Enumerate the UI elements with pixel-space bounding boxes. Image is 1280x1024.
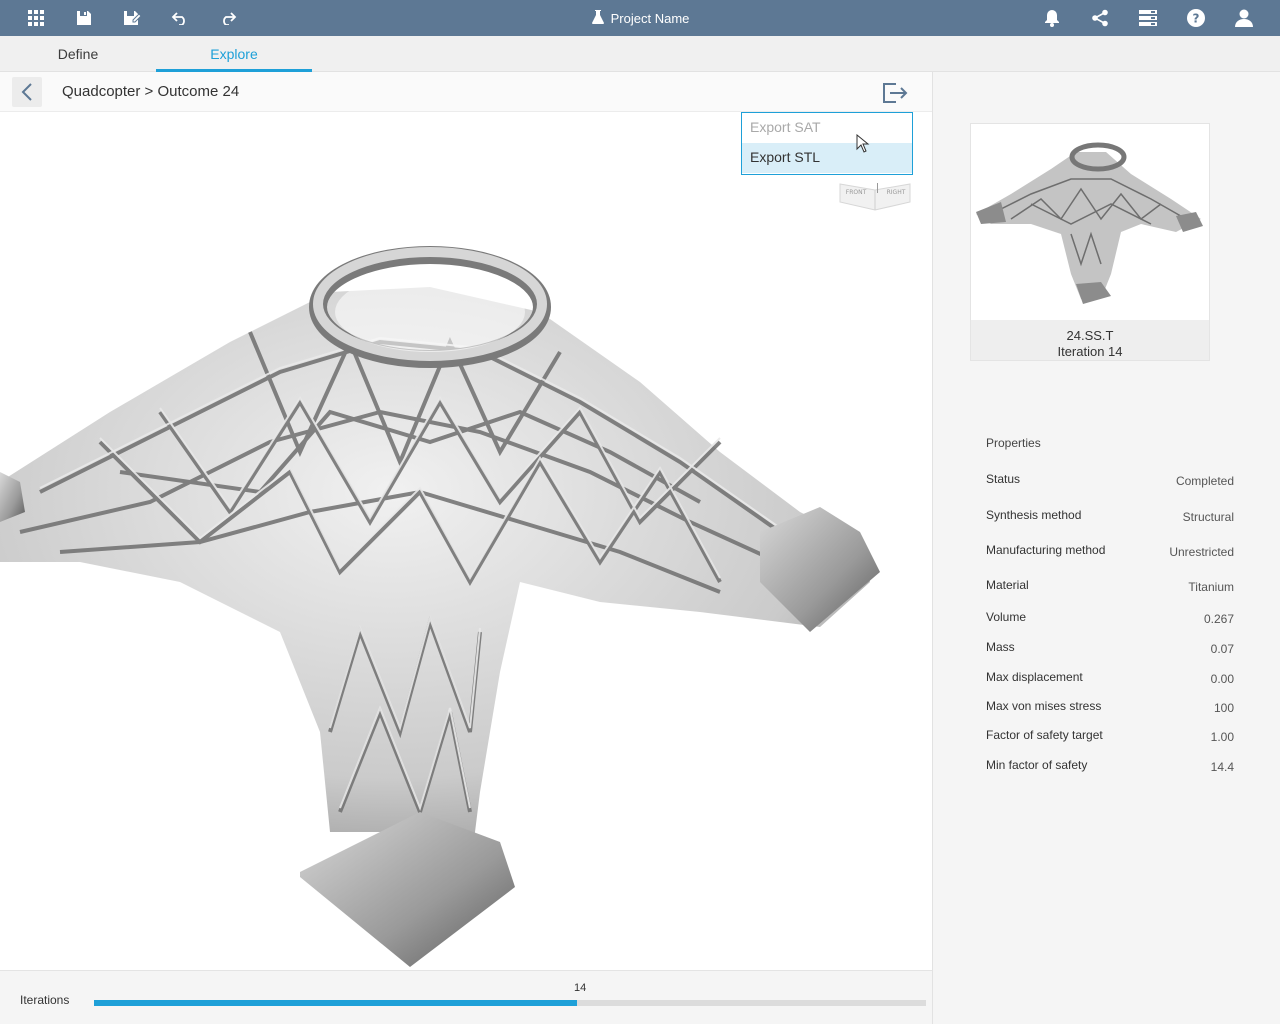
mouse-cursor-icon [856, 134, 870, 153]
property-row-factor-of-safety-target: Factor of safety target 1.00 [986, 728, 1234, 748]
redo-icon[interactable] [216, 6, 240, 30]
outcome-name: 24.SS.T [1066, 328, 1114, 343]
chevron-left-icon [21, 83, 32, 101]
outcome-thumbnail-image [971, 124, 1209, 320]
user-profile-icon[interactable] [1232, 6, 1256, 30]
property-row-status: Status Completed [986, 472, 1234, 492]
export-dropdown-menu: Export SAT Export STL [741, 112, 913, 175]
property-row-manufacturing-method: Manufacturing method Unrestricted [986, 543, 1234, 563]
property-value: 0.00 [1210, 672, 1234, 686]
property-row-max-von-mises-stress: Max von mises stress 100 [986, 699, 1234, 719]
property-key: Max von mises stress [986, 699, 1102, 713]
property-value: 1.00 [1210, 730, 1234, 744]
iterations-slider-fill [94, 1000, 577, 1006]
export-stl-option[interactable]: Export STL [742, 143, 912, 173]
apps-grid-icon[interactable] [24, 6, 48, 30]
undo-icon[interactable] [168, 6, 192, 30]
property-value: Completed [1175, 474, 1234, 488]
property-value: Unrestricted [1169, 545, 1234, 559]
outcome-details-panel: 24.SS.T Iteration 14 Properties Status Co… [932, 72, 1280, 1024]
tab-explore[interactable]: Explore [156, 36, 312, 72]
viewcube-right-label: RIGHT [887, 189, 906, 196]
iterations-bar: Iterations 14 [0, 970, 932, 1024]
quadcopter-frame-model[interactable] [0, 112, 932, 970]
breadcrumb-bar: Quadcopter > Outcome 24 [0, 72, 932, 112]
iterations-slider[interactable] [94, 1000, 926, 1006]
model-viewer[interactable]: Quadcopter > Outcome 24 FRONT RIGHT Expo… [0, 72, 932, 970]
tab-define[interactable]: Define [0, 36, 156, 72]
flask-icon [591, 9, 605, 28]
iterations-current-value: 14 [574, 982, 587, 994]
save-icon[interactable] [72, 6, 96, 30]
iterations-label: Iterations [20, 993, 70, 1007]
property-value: 100 [1213, 701, 1234, 715]
property-key: Synthesis method [986, 508, 1082, 522]
property-key: Manufacturing method [986, 543, 1106, 557]
property-row-material: Material Titanium [986, 578, 1234, 598]
data-panel-icon[interactable] [1136, 6, 1160, 30]
breadcrumb: Quadcopter > Outcome 24 [62, 83, 240, 100]
properties-heading: Properties [986, 436, 1041, 450]
view-cube[interactable]: FRONT RIGHT [838, 172, 912, 212]
back-button[interactable] [12, 77, 42, 107]
property-key: Volume [986, 610, 1027, 624]
property-value: Structural [1182, 510, 1234, 524]
property-key: Factor of safety target [986, 728, 1103, 742]
property-key: Material [986, 578, 1029, 592]
outcome-thumbnail-card[interactable]: 24.SS.T Iteration 14 [970, 123, 1210, 361]
property-key: Max displacement [986, 670, 1083, 684]
property-value: 0.07 [1210, 642, 1234, 656]
property-value: 0.267 [1203, 612, 1234, 626]
property-row-mass: Mass 0.07 [986, 640, 1234, 660]
save-as-icon[interactable] [120, 6, 144, 30]
property-key: Status [986, 472, 1021, 486]
export-button[interactable] [881, 80, 909, 106]
help-icon[interactable]: ? [1184, 6, 1208, 30]
viewcube-front-label: FRONT [846, 189, 867, 196]
export-sat-option[interactable]: Export SAT [742, 113, 912, 143]
share-icon[interactable] [1088, 6, 1112, 30]
property-row-volume: Volume 0.267 [986, 610, 1234, 630]
property-row-min-factor-of-safety: Min factor of safety 14.4 [986, 758, 1234, 778]
export-icon [883, 83, 908, 103]
property-row-synthesis-method: Synthesis method Structural [986, 508, 1234, 528]
property-key: Mass [986, 640, 1015, 654]
property-row-max-displacement: Max displacement 0.00 [986, 670, 1234, 690]
property-value: 14.4 [1210, 760, 1234, 774]
project-name[interactable]: Project Name [611, 11, 690, 26]
workspace-tabs: Define Explore [0, 36, 1280, 72]
property-value: Titanium [1188, 580, 1234, 594]
outcome-iteration: Iteration 14 [1057, 344, 1123, 359]
notifications-bell-icon[interactable] [1040, 6, 1064, 30]
property-key: Min factor of safety [986, 758, 1088, 772]
top-toolbar: Project Name ? [0, 0, 1280, 36]
svg-text:?: ? [1193, 12, 1200, 26]
